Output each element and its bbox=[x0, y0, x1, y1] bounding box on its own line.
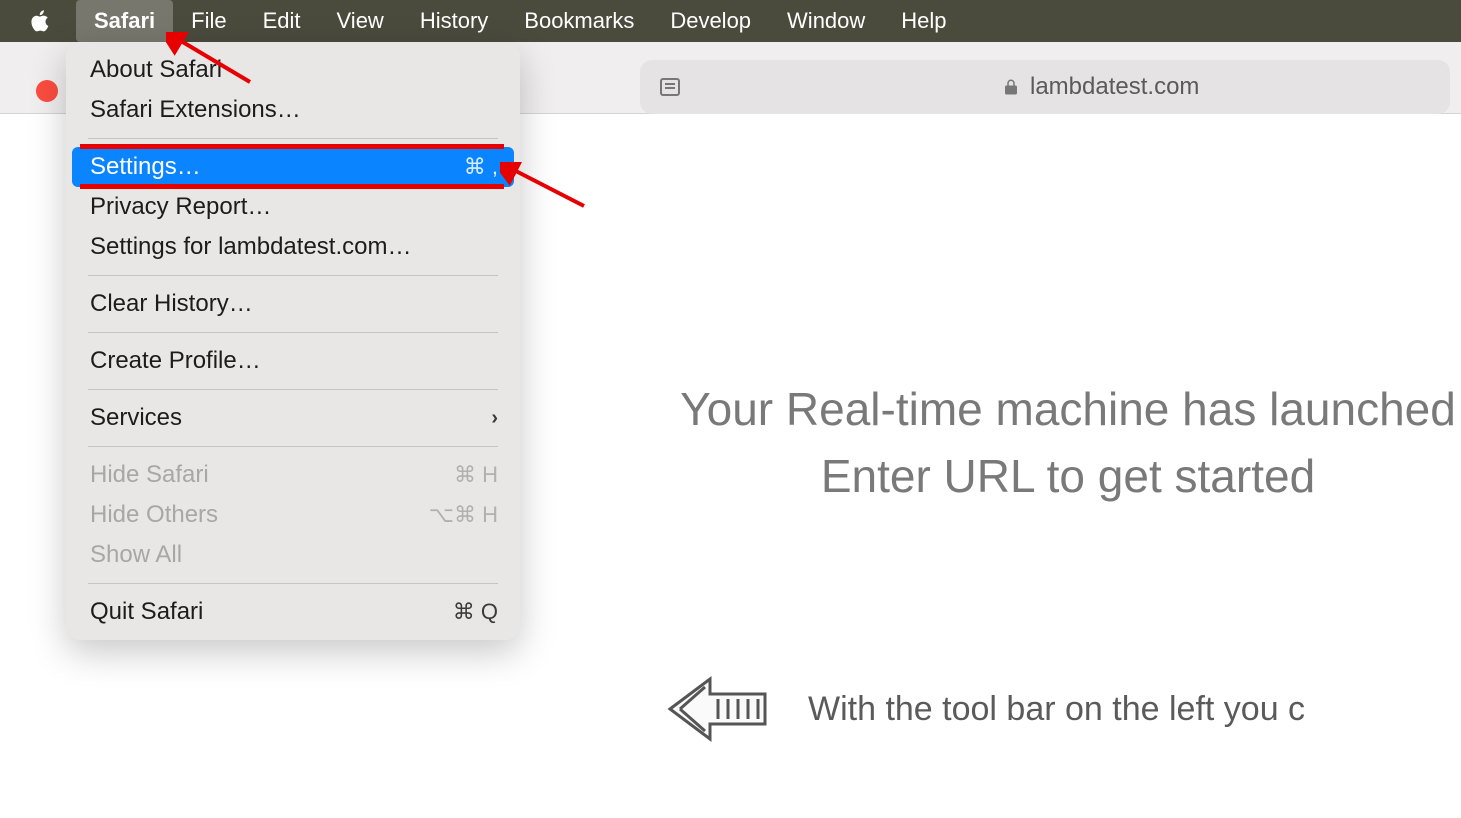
menu-separator bbox=[88, 583, 498, 584]
menu-clear-history[interactable]: Clear History… bbox=[66, 284, 520, 324]
macos-menubar: Safari File Edit View History Bookmarks … bbox=[0, 0, 1461, 42]
window-close-button[interactable] bbox=[36, 80, 58, 102]
menu-services[interactable]: Services › bbox=[66, 398, 520, 438]
menu-separator bbox=[88, 332, 498, 333]
chevron-right-icon: › bbox=[491, 407, 498, 430]
menubar-bookmarks[interactable]: Bookmarks bbox=[506, 0, 652, 42]
menubar-window[interactable]: Window bbox=[769, 0, 883, 42]
address-bar-content: lambdatest.com bbox=[1002, 73, 1199, 101]
url-text: lambdatest.com bbox=[1030, 73, 1199, 101]
menu-settings-for-site[interactable]: Settings for lambdatest.com… bbox=[66, 227, 520, 267]
menu-separator bbox=[88, 389, 498, 390]
address-bar[interactable]: lambdatest.com bbox=[640, 60, 1450, 114]
menubar-view[interactable]: View bbox=[319, 0, 402, 42]
menu-privacy-report[interactable]: Privacy Report… bbox=[66, 187, 520, 227]
sub-message-text: With the tool bar on the left you c bbox=[808, 690, 1305, 729]
hide-others-shortcut: ⌥⌘ H bbox=[429, 502, 498, 528]
menubar-history[interactable]: History bbox=[402, 0, 506, 42]
menu-quit-safari[interactable]: Quit Safari ⌘ Q bbox=[66, 592, 520, 632]
arrow-left-sketch-icon bbox=[650, 659, 780, 759]
apple-logo-icon[interactable] bbox=[28, 9, 52, 33]
menu-safari-extensions[interactable]: Safari Extensions… bbox=[66, 90, 520, 130]
sub-message-row: With the tool bar on the left you c bbox=[650, 659, 1305, 759]
menu-separator bbox=[88, 446, 498, 447]
menubar-develop[interactable]: Develop bbox=[652, 0, 769, 42]
menu-settings[interactable]: Settings… ⌘ , bbox=[72, 147, 514, 187]
hide-safari-shortcut: ⌘ H bbox=[454, 462, 498, 488]
menu-separator bbox=[88, 138, 498, 139]
menu-hide-others: Hide Others ⌥⌘ H bbox=[66, 495, 520, 535]
menubar-edit[interactable]: Edit bbox=[245, 0, 319, 42]
hero-message: Your Real-time machine has launched Ente… bbox=[658, 376, 1461, 509]
menu-about-safari[interactable]: About Safari bbox=[66, 50, 520, 90]
menu-create-profile[interactable]: Create Profile… bbox=[66, 341, 520, 381]
lock-icon bbox=[1002, 78, 1020, 96]
menu-show-all: Show All bbox=[66, 535, 520, 575]
menubar-help[interactable]: Help bbox=[883, 0, 964, 42]
menu-separator bbox=[88, 275, 498, 276]
menubar-file[interactable]: File bbox=[173, 0, 244, 42]
quit-shortcut: ⌘ Q bbox=[453, 599, 498, 625]
menubar-safari[interactable]: Safari bbox=[76, 0, 173, 42]
safari-dropdown-menu: About Safari Safari Extensions… Settings… bbox=[66, 42, 520, 640]
reader-mode-icon[interactable] bbox=[658, 75, 682, 99]
menu-hide-safari: Hide Safari ⌘ H bbox=[66, 455, 520, 495]
settings-shortcut: ⌘ , bbox=[464, 154, 498, 180]
